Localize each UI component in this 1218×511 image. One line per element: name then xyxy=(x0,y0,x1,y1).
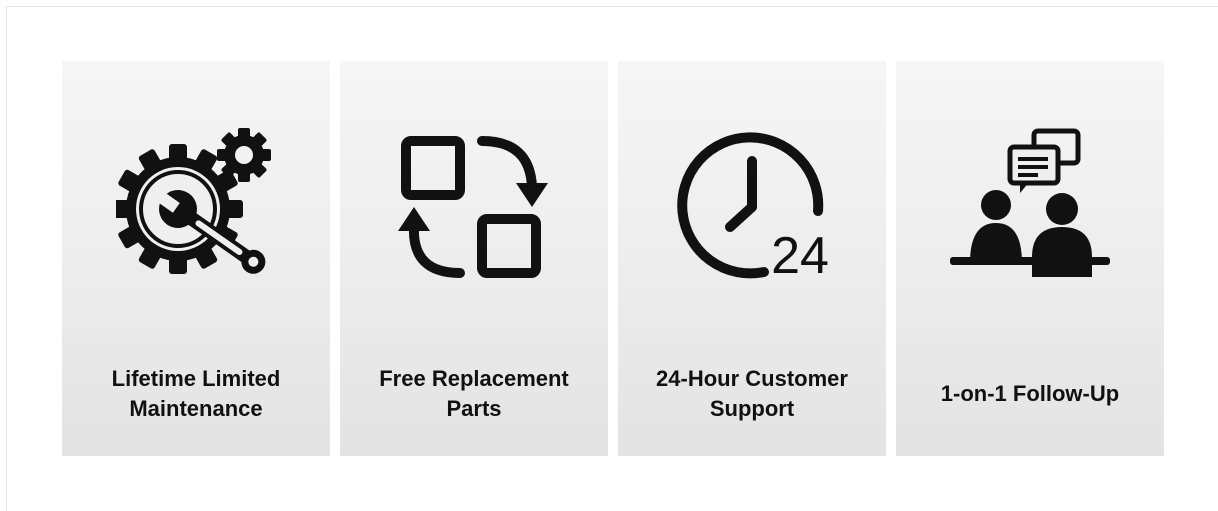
consultation-icon xyxy=(950,127,1110,287)
feature-card-followup: 1-on-1 Follow-Up xyxy=(896,61,1164,456)
feature-card-replacement: Free Replacement Parts xyxy=(340,61,608,456)
feature-label: 1-on-1 Follow-Up xyxy=(940,381,1120,406)
gear-wrench-icon xyxy=(116,127,276,287)
feature-card-support: 24 24-Hour Customer Support xyxy=(618,61,886,456)
feature-card-maintenance: Lifetime Limited Maintenance xyxy=(62,61,330,456)
feature-label: Free Replacement Parts xyxy=(379,366,569,421)
feature-label: Lifetime Limited Maintenance xyxy=(111,366,281,421)
clock-24-icon: 24 xyxy=(672,127,832,287)
swap-arrows-icon xyxy=(394,127,554,287)
feature-label: 24-Hour Customer Support xyxy=(656,366,848,421)
clock-24-text: 24 xyxy=(771,227,829,285)
features-row: Lifetime Limited Maintenance Free Replac… xyxy=(62,61,1164,456)
